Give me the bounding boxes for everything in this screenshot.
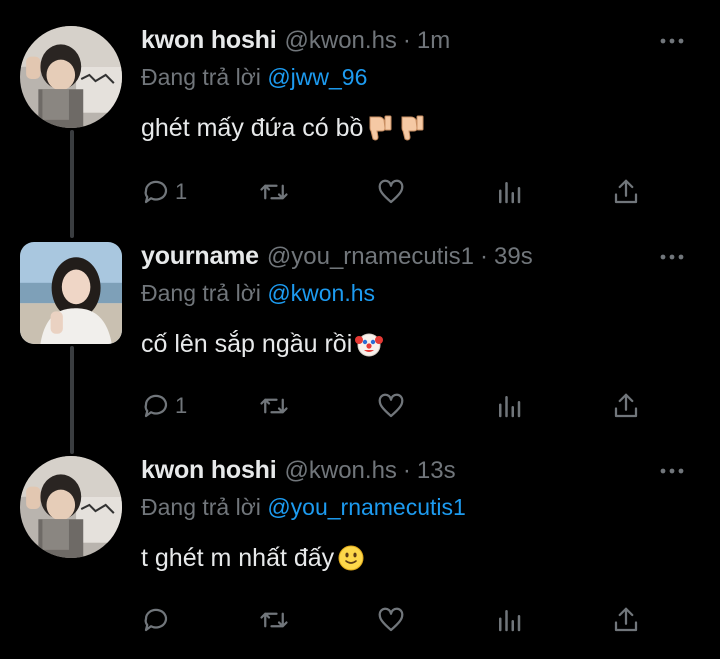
tweet-body: ghét mấy đứa có bồ [141,113,364,142]
timestamp[interactable]: 39s [494,243,533,271]
display-name[interactable]: yourname [141,242,259,271]
tweet[interactable]: yourname @you_rnamecutis1 · 39s Đang trả… [0,242,720,432]
retweet-button[interactable] [259,391,319,421]
display-name[interactable]: kwon hoshi [141,456,277,485]
avatar[interactable] [20,242,122,344]
separator-dot: · [480,243,489,270]
retweet-button[interactable] [259,177,319,207]
tweet-text: t ghét m nhất đấy [141,540,690,576]
share-icon [614,393,638,418]
tweet[interactable]: kwon hoshi @kwon.hs · 13s Đang trả lời @… [0,456,720,656]
replying-to: Đang trả lời @jww_96 [141,64,690,96]
reply-count: 1 [175,393,188,418]
thumbs-down-emoji-icon [369,115,392,141]
more-icon[interactable] [654,26,690,56]
share-button[interactable] [611,177,671,207]
heart-icon [378,393,404,418]
analytics-icon [498,396,520,418]
analytics-button[interactable] [494,177,554,207]
like-button[interactable] [376,605,436,635]
reply-prefix: Đang trả lời [141,494,261,520]
like-button[interactable] [376,391,436,421]
analytics-button[interactable] [494,391,554,421]
reply-prefix: Đang trả lời [141,280,261,306]
retweet-icon [259,398,288,414]
reply-icon [144,180,168,204]
tweet-text: cố lên sắp ngầu rồi [141,326,690,362]
slightly-smiling-face-emoji-icon [338,545,364,571]
analytics-button[interactable] [494,605,554,635]
retweet-icon [259,184,288,200]
avatar[interactable] [20,26,122,128]
share-button[interactable] [611,391,671,421]
reply-button[interactable]: 1 [141,177,201,207]
clown-face-emoji-icon [355,333,384,357]
action-bar [141,600,671,640]
share-button[interactable] [611,605,671,635]
tweet-text: ghét mấy đứa có bồ [141,110,690,146]
reply-icon [144,608,168,632]
more-icon[interactable] [654,242,690,272]
reply-count: 1 [175,179,188,204]
timestamp[interactable]: 1m [417,27,450,55]
reply-prefix: Đang trả lời [141,64,261,90]
heart-icon [378,607,404,632]
analytics-icon [498,610,520,632]
mention-link[interactable]: @you_rnamecutis1 [267,494,466,520]
share-icon [614,179,638,204]
tweet-body: cố lên sắp ngầu rồi [141,329,353,358]
avatar[interactable] [20,456,122,558]
mention-link[interactable]: @kwon.hs [267,280,375,306]
tweet-body: t ghét m nhất đấy [141,543,335,572]
reply-icon [144,394,168,418]
replying-to: Đang trả lời @you_rnamecutis1 [141,494,690,526]
retweet-icon [259,612,288,628]
heart-icon [378,179,404,204]
like-button[interactable] [376,177,436,207]
analytics-icon [498,182,520,204]
more-icon[interactable] [654,456,690,486]
replying-to: Đang trả lời @kwon.hs [141,280,690,312]
display-name[interactable]: kwon hoshi [141,26,277,55]
separator-dot: · [402,457,411,484]
username[interactable]: @kwon.hs [285,27,397,55]
share-icon [614,607,638,632]
username[interactable]: @kwon.hs [285,457,397,485]
mention-link[interactable]: @jww_96 [267,64,367,90]
tweet[interactable]: kwon hoshi @kwon.hs · 1m Đang trả lời @j… [0,26,720,216]
retweet-button[interactable] [259,605,319,635]
thumbs-down-emoji-icon [401,115,424,141]
username[interactable]: @you_rnamecutis1 [267,243,474,271]
action-bar: 1 [141,172,671,212]
timestamp[interactable]: 13s [417,457,456,485]
reply-button[interactable]: 1 [141,391,201,421]
reply-button[interactable] [141,605,201,635]
action-bar: 1 [141,386,671,426]
separator-dot: · [402,27,411,54]
